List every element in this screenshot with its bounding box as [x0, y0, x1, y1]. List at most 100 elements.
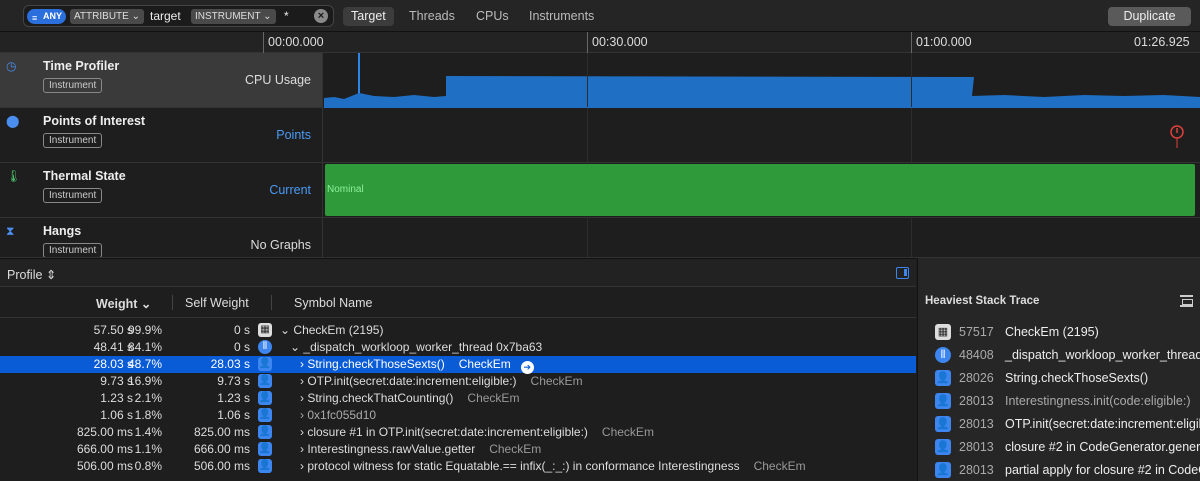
disclosure-collapsed-icon[interactable]: › — [300, 425, 304, 439]
track-graph-label[interactable]: CPU Usage — [245, 73, 311, 87]
scope-target[interactable]: Target — [343, 7, 394, 26]
track-graph-label: No Graphs — [250, 238, 311, 252]
ruler-label: 01:00.000 — [916, 35, 972, 49]
symbol-name: CheckEm (2195) — [293, 323, 384, 337]
disclosure-collapsed-icon[interactable]: › — [300, 459, 304, 473]
any-filter-toggle[interactable]: ≡ ANY — [27, 9, 66, 24]
timeline-ruler[interactable]: 00:00.000 00:30.000 01:00.000 01:26.925 — [0, 32, 1200, 53]
user-code-icon: 👤 — [935, 393, 951, 409]
hangs-graph[interactable] — [324, 218, 1200, 257]
disclosure-expanded-icon[interactable]: ⌄ — [280, 323, 290, 337]
table-row[interactable]: 1.23 s 2.1% 1.23 s 👤 › String.checkThatC… — [0, 390, 916, 407]
stack-frame[interactable]: ▦ 57517 CheckEm (2195) — [935, 322, 1200, 342]
table-row[interactable]: 1.06 s 1.8% 1.06 s 👤 › 0x1fc055d10 — [0, 407, 916, 424]
track-header[interactable]: ⬤ Points of Interest Instrument Points — [0, 108, 323, 162]
stack-frame[interactable]: 👤 28013 partial apply for closure #2 in Co… — [935, 460, 1200, 480]
frame-count: 48408 — [959, 348, 994, 362]
clear-filter-icon[interactable]: × — [314, 9, 328, 23]
chevron-down-icon: ⌄ — [140, 297, 152, 311]
column-weight[interactable]: Weight ⌄ — [96, 296, 151, 311]
disclosure-collapsed-icon[interactable]: › — [300, 374, 304, 388]
points-graph[interactable] — [324, 108, 1200, 162]
instruments-window: ≡ ANY ATTRIBUTE ⌄ target INSTRUMENT ⌄ * ×… — [0, 0, 1200, 481]
user-code-icon: 👤 — [935, 370, 951, 386]
disclosure-collapsed-icon[interactable]: › — [300, 442, 304, 456]
weight-cell: 506.00 ms — [76, 459, 133, 473]
scope-threads[interactable]: Threads — [401, 7, 463, 26]
grid-line — [587, 218, 588, 257]
column-divider[interactable] — [271, 295, 272, 310]
column-symbol-name[interactable]: Symbol Name — [294, 296, 373, 310]
instrument-badge: Instrument — [43, 188, 103, 203]
hourglass-icon: ⧗ — [6, 224, 15, 238]
inspector-pane: Heaviest Stack Trace ▦ 57517 CheckEm (2195… — [917, 258, 1200, 481]
track-header[interactable]: 🌡 Thermal State Instrument Current — [0, 163, 323, 217]
symbol-name: OTP.init(secret:date:increment:eligible:… — [307, 374, 517, 388]
column-self-weight[interactable]: Self Weight — [185, 296, 249, 310]
scope-instruments[interactable]: Instruments — [521, 7, 602, 26]
table-row[interactable]: 48.41 s 84.1% 0 s ⦀ ⌄ _dispatch_workloop… — [0, 339, 916, 356]
stack-frame[interactable]: 👤 28013 closure #2 in CodeGenerator.genera… — [935, 437, 1200, 457]
ruler-tick — [911, 32, 912, 53]
disclosure-collapsed-icon[interactable]: › — [300, 357, 304, 371]
track-hangs[interactable]: ⧗ Hangs Instrument No Graphs — [0, 218, 1200, 258]
track-graph-label[interactable]: Points — [276, 128, 311, 142]
track-header[interactable]: ◷ Time Profiler Instrument CPU Usage — [0, 53, 323, 107]
symbol-cell: › String.checkThatCounting() CheckEm — [300, 390, 519, 407]
grid-line — [911, 108, 912, 162]
call-tree[interactable]: 57.50 s 99.9% 0 s ▦ ⌄ CheckEm (2195) 48.… — [0, 322, 916, 475]
track-time-profiler[interactable]: ◷ Time Profiler Instrument CPU Usage — [0, 53, 1200, 108]
symbol-cell: › Interestingness.rawValue.getter CheckEm — [300, 441, 541, 458]
table-row[interactable]: 9.73 s 16.9% 9.73 s 👤 › OTP.init(secret:… — [0, 373, 916, 390]
weight-percent-cell: 16.9% — [127, 374, 162, 388]
symbol-name: String.checkThatCounting() — [307, 391, 454, 405]
column-divider[interactable] — [172, 295, 173, 310]
track-name: Points of Interest — [43, 114, 146, 128]
disclosure-collapsed-icon[interactable]: › — [300, 391, 304, 405]
duplicate-button[interactable]: Duplicate — [1108, 7, 1191, 26]
table-row[interactable]: 825.00 ms 1.4% 825.00 ms 👤 › closure #1 … — [0, 424, 916, 441]
track-graph-label[interactable]: Current — [269, 183, 311, 197]
stack-frame[interactable]: 👤 28026 String.checkThoseSexts() — [935, 368, 1200, 388]
symbol-cell: ⌄ _dispatch_workloop_worker_thread 0x7ba… — [290, 339, 542, 356]
sidebar-toggle-icon[interactable] — [896, 267, 909, 279]
disclosure-collapsed-icon[interactable]: › — [300, 408, 304, 422]
symbol-cell: › closure #1 in OTP.init(secret:date:inc… — [300, 424, 654, 441]
ruler-label: 00:00.000 — [268, 35, 324, 49]
stack-frame[interactable]: ⦀ 48408 _dispatch_workloop_worker_thread — [935, 345, 1200, 365]
instrument-token-label: INSTRUMENT — [195, 11, 261, 22]
table-row[interactable]: 506.00 ms 0.8% 506.00 ms 👤 › protocol wi… — [0, 458, 916, 475]
stack-options-icon[interactable] — [1180, 295, 1193, 307]
attribute-token[interactable]: ATTRIBUTE ⌄ — [70, 9, 144, 24]
profile-selector[interactable]: Profile ⇕ — [7, 267, 56, 282]
track-name: Time Profiler — [43, 59, 120, 73]
location-pin-icon: ⬤ — [6, 114, 20, 128]
instrument-badge: Instrument — [43, 78, 103, 93]
toolbar: ≡ ANY ATTRIBUTE ⌄ target INSTRUMENT ⌄ * ×… — [0, 0, 1200, 32]
track-header[interactable]: ⧗ Hangs Instrument No Graphs — [0, 218, 323, 257]
stack-frame[interactable]: 👤 28013 OTP.init(secret:date:increment:eli… — [935, 414, 1200, 434]
thermometer-icon: 🌡 — [6, 169, 22, 183]
table-row[interactable]: 666.00 ms 1.1% 666.00 ms 👤 › Interesting… — [0, 441, 916, 458]
disclosure-expanded-icon[interactable]: ⌄ — [290, 340, 300, 354]
ruler-end-label: 01:26.925 — [1134, 35, 1190, 49]
weight-percent-cell: 1.8% — [134, 408, 162, 422]
filter-field[interactable]: ≡ ANY ATTRIBUTE ⌄ target INSTRUMENT ⌄ * × — [23, 5, 334, 27]
weight-percent-cell: 1.1% — [134, 442, 162, 456]
track-points-of-interest[interactable]: ⬤ Points of Interest Instrument Points — [0, 108, 1200, 163]
scope-cpus[interactable]: CPUs — [468, 7, 517, 26]
user-code-icon: 👤 — [935, 416, 951, 432]
stack-frame[interactable]: 👤 28013 Interestingness.init(code:eligible… — [935, 391, 1200, 411]
instrument-token[interactable]: INSTRUMENT ⌄ — [191, 9, 276, 24]
table-row-selected[interactable]: 28.03 s 48.7% 28.03 s 👤 › String.checkTh… — [0, 356, 916, 374]
track-thermal-state[interactable]: 🌡 Thermal State Instrument Current Nomin… — [0, 163, 1200, 218]
thermal-bar-label: Nominal — [327, 184, 364, 195]
user-code-icon: 👤 — [258, 357, 272, 371]
cpu-usage-graph[interactable] — [324, 53, 1200, 108]
table-row[interactable]: 57.50 s 99.9% 0 s ▦ ⌄ CheckEm (2195) — [0, 322, 916, 339]
frame-symbol: closure #2 in CodeGenerator.generate() — [1005, 440, 1200, 454]
thermal-graph[interactable]: Nominal — [324, 163, 1200, 217]
symbol-cell: › 0x1fc055d10 — [300, 407, 376, 424]
library-name: CheckEm — [458, 357, 511, 371]
symbol-name: 0x1fc055d10 — [307, 408, 377, 422]
